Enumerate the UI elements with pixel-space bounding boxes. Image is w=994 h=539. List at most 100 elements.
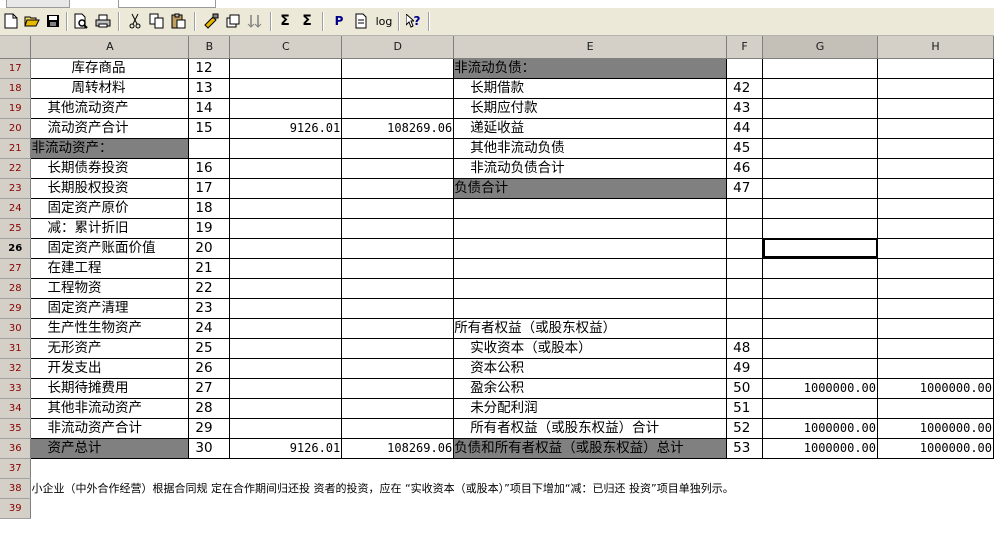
column-header-b[interactable]: B xyxy=(188,36,231,59)
cell-g[interactable]: 1000000.00 xyxy=(762,438,878,459)
cell-a[interactable]: 固定资产清理 xyxy=(30,298,190,319)
cell-f[interactable] xyxy=(726,298,764,319)
cell-g[interactable] xyxy=(762,58,878,79)
cell-e[interactable] xyxy=(453,278,728,299)
cell-e[interactable]: 所有者权益（或股东权益） xyxy=(453,318,728,339)
cell-g[interactable] xyxy=(762,358,878,379)
cell-h[interactable] xyxy=(877,98,994,119)
cell-c[interactable]: 9126.01 xyxy=(229,438,343,459)
cell-a[interactable]: 在建工程 xyxy=(30,258,190,279)
cell-f[interactable] xyxy=(726,198,764,219)
select-all-corner[interactable] xyxy=(0,36,32,59)
cell-g[interactable] xyxy=(762,198,878,219)
cell-c[interactable] xyxy=(229,238,343,259)
cell-g[interactable] xyxy=(762,258,878,279)
cell-h[interactable] xyxy=(877,298,994,319)
cell-c[interactable] xyxy=(229,298,343,319)
column-header-a[interactable]: A xyxy=(30,36,190,59)
fill-icon[interactable] xyxy=(224,12,242,30)
cell-f[interactable]: 45 xyxy=(726,138,764,159)
cell-a[interactable]: 库存商品 xyxy=(30,58,190,79)
cell-b[interactable]: 21 xyxy=(188,258,231,279)
cell-d[interactable] xyxy=(341,318,455,339)
open-icon[interactable] xyxy=(23,12,41,30)
cell-c[interactable]: 9126.01 xyxy=(229,118,343,139)
row-header[interactable]: 27 xyxy=(0,258,32,279)
cell-f[interactable]: 43 xyxy=(726,98,764,119)
cell-e[interactable] xyxy=(453,238,728,259)
cell-e[interactable] xyxy=(453,258,728,279)
cell-f[interactable] xyxy=(726,318,764,339)
cell-c[interactable] xyxy=(229,198,343,219)
column-header-c[interactable]: C xyxy=(229,36,343,59)
cell-c[interactable] xyxy=(229,258,343,279)
cell-h[interactable]: 1000000.00 xyxy=(877,418,994,439)
sheet-tab[interactable] xyxy=(6,0,70,8)
cell-b[interactable]: 23 xyxy=(188,298,231,319)
cell-a[interactable]: 长期债券投资 xyxy=(30,158,190,179)
cell-f[interactable]: 44 xyxy=(726,118,764,139)
row-header[interactable]: 26 xyxy=(0,238,32,259)
cell-c[interactable] xyxy=(229,358,343,379)
cell-h[interactable] xyxy=(877,318,994,339)
cell-b[interactable]: 17 xyxy=(188,178,231,199)
cell-e[interactable]: 负债和所有者权益（或股东权益）总计 xyxy=(453,438,728,459)
cell-h[interactable] xyxy=(877,58,994,79)
cell-e[interactable]: 非流动负债合计 xyxy=(453,158,728,179)
cell-a[interactable]: 开发支出 xyxy=(30,358,190,379)
cell-b[interactable]: 29 xyxy=(188,418,231,439)
cell-h[interactable] xyxy=(877,218,994,239)
cell-g[interactable] xyxy=(762,98,878,119)
row-header[interactable]: 28 xyxy=(0,278,32,299)
cell-b[interactable]: 22 xyxy=(188,278,231,299)
row-header[interactable]: 25 xyxy=(0,218,32,239)
row-header[interactable]: 30 xyxy=(0,318,32,339)
cell-h[interactable] xyxy=(877,358,994,379)
cell-h[interactable] xyxy=(877,118,994,139)
cell-g[interactable] xyxy=(762,278,878,299)
sheet-tab-active[interactable] xyxy=(118,0,216,8)
cell-c[interactable] xyxy=(229,318,343,339)
cell-f[interactable] xyxy=(726,218,764,239)
cell-d[interactable] xyxy=(341,158,455,179)
cell-d[interactable] xyxy=(341,178,455,199)
cell-a[interactable]: 长期股权投资 xyxy=(30,178,190,199)
cell-e[interactable] xyxy=(453,298,728,319)
row-header[interactable]: 18 xyxy=(0,78,32,99)
cell-a[interactable]: 长期待摊费用 xyxy=(30,378,190,399)
cell-a[interactable]: 非流动资产： xyxy=(30,138,190,159)
format-painter-icon[interactable] xyxy=(202,12,220,30)
cell-h[interactable] xyxy=(877,398,994,419)
cell-h[interactable] xyxy=(877,78,994,99)
cell-e[interactable]: 资本公积 xyxy=(453,358,728,379)
cell-h[interactable] xyxy=(877,278,994,299)
cell-a[interactable]: 固定资产账面价值 xyxy=(30,238,190,259)
cell-d[interactable] xyxy=(341,238,455,259)
cell-g[interactable]: 1000000.00 xyxy=(762,418,878,439)
cell-h[interactable]: 1000000.00 xyxy=(877,438,994,459)
cell-e[interactable]: 未分配利润 xyxy=(453,398,728,419)
cell-g[interactable] xyxy=(762,318,878,339)
cell-h[interactable] xyxy=(877,338,994,359)
cell-e[interactable]: 长期借款 xyxy=(453,78,728,99)
cell-b[interactable] xyxy=(188,138,231,159)
cell-b[interactable]: 16 xyxy=(188,158,231,179)
cell-a[interactable]: 生产性生物资产 xyxy=(30,318,190,339)
row-header[interactable]: 29 xyxy=(0,298,32,319)
cell-d[interactable]: 108269.06 xyxy=(341,118,455,139)
cell-e[interactable]: 所有者权益（或股东权益）合计 xyxy=(453,418,728,439)
cell-c[interactable] xyxy=(229,378,343,399)
cell-f[interactable]: 42 xyxy=(726,78,764,99)
cell-g[interactable] xyxy=(762,138,878,159)
cell-d[interactable] xyxy=(341,198,455,219)
cell-b[interactable]: 28 xyxy=(188,398,231,419)
cell-f[interactable]: 46 xyxy=(726,158,764,179)
cell-e[interactable] xyxy=(453,198,728,219)
column-header-e[interactable]: E xyxy=(453,36,728,59)
cell-e[interactable]: 非流动负债： xyxy=(453,58,728,79)
cell-c[interactable] xyxy=(229,138,343,159)
cell-f[interactable]: 49 xyxy=(726,358,764,379)
cell-d[interactable] xyxy=(341,378,455,399)
cell-d[interactable] xyxy=(341,418,455,439)
cell-e[interactable]: 盈余公积 xyxy=(453,378,728,399)
